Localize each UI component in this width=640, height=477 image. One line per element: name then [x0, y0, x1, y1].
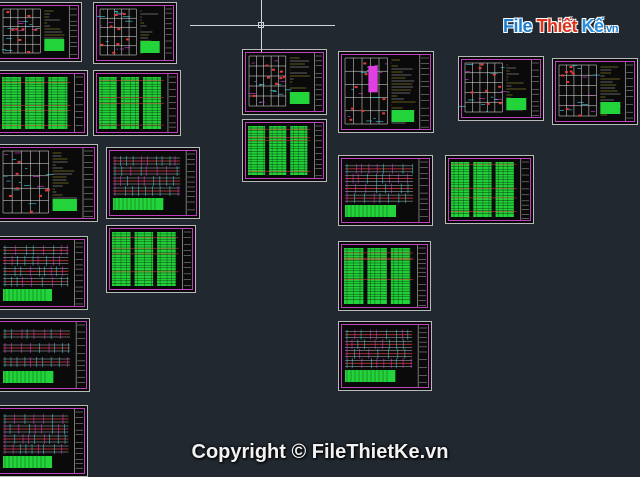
cad-model-space[interactable]: File Thiết Kế.vn Copyright © FileThietKe…	[0, 0, 640, 477]
drawing-sheet[interactable]	[242, 49, 327, 115]
filethietke-logo: File Thiết Kế.vn	[497, 10, 618, 42]
drawing-sheet[interactable]	[0, 70, 88, 136]
drawing-sheet[interactable]	[0, 144, 98, 222]
logo-vn: .vn	[603, 23, 619, 35]
drawing-sheet[interactable]	[552, 58, 638, 125]
crosshair-pickbox	[258, 22, 264, 28]
drawing-sheet[interactable]	[106, 147, 200, 219]
drawing-sheet[interactable]	[338, 321, 432, 391]
logo-file: File	[503, 16, 533, 36]
copyright-watermark: Copyright © FileThietKe.vn	[191, 441, 449, 463]
drawing-sheet[interactable]	[338, 155, 433, 226]
drawing-sheet[interactable]	[0, 236, 88, 310]
drawing-sheet[interactable]	[106, 225, 196, 293]
logo-text: File Thiết Kế.vn	[503, 16, 618, 37]
drawing-sheet[interactable]	[458, 56, 544, 121]
drawing-sheet[interactable]	[0, 2, 82, 62]
drawing-sheet[interactable]	[338, 51, 434, 133]
logo-ke: Kế	[581, 16, 605, 36]
drawing-sheet[interactable]	[93, 2, 177, 64]
drawing-sheet[interactable]	[445, 155, 534, 224]
logo-thiet: Thiết	[536, 16, 578, 36]
drawing-sheet[interactable]	[338, 241, 431, 311]
drawing-sheet[interactable]	[93, 70, 181, 136]
drawing-sheet[interactable]	[0, 318, 90, 392]
drawing-sheet[interactable]	[242, 119, 327, 182]
